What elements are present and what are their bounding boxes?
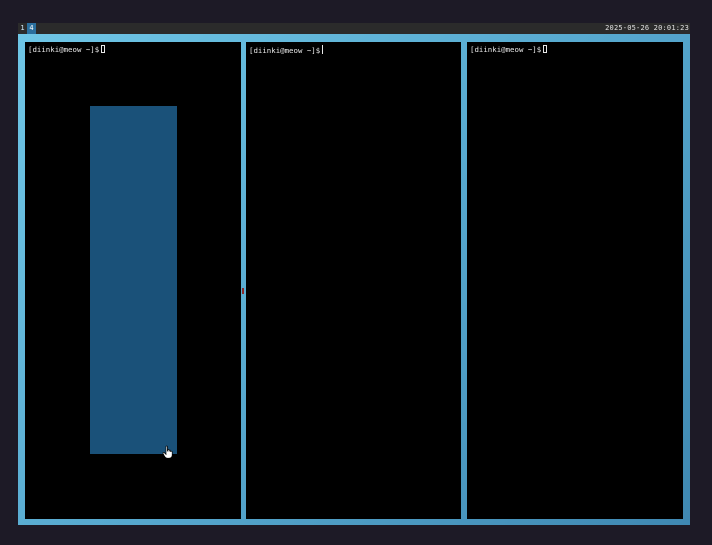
text-cursor: [322, 45, 324, 54]
terminal-prompt-line: [diinki@meow ~]$: [28, 45, 106, 54]
shell-prompt: [diinki@meow ~]$: [470, 45, 542, 54]
terminal-prompt-line: [diinki@meow ~]$: [470, 45, 548, 54]
pane-divider-handle[interactable]: [242, 288, 244, 294]
status-bar: 1 4 2025-05-26 20:01:23: [18, 23, 690, 34]
terminal-pane-3[interactable]: [diinki@meow ~]$: [467, 42, 683, 519]
text-cursor: [543, 45, 548, 53]
desktop: 1 4 2025-05-26 20:01:23 [diinki@meow ~]$…: [0, 0, 712, 545]
workspace-button-1[interactable]: 1: [18, 23, 27, 34]
hand-pointer-icon: [162, 445, 173, 459]
terminal-pane-2[interactable]: [diinki@meow ~]$: [246, 42, 461, 519]
clock: 2025-05-26 20:01:23: [605, 24, 689, 32]
text-cursor: [101, 45, 106, 53]
terminal-prompt-line: [diinki@meow ~]$: [249, 45, 324, 55]
shell-prompt: [diinki@meow ~]$: [249, 46, 321, 55]
selection-region[interactable]: [90, 106, 177, 454]
shell-prompt: [diinki@meow ~]$: [28, 45, 100, 54]
workspace-button-4[interactable]: 4: [27, 23, 36, 34]
terminal-pane-1[interactable]: [diinki@meow ~]$: [25, 42, 241, 519]
tiled-window-frame: [diinki@meow ~]$ [diinki@meow ~]$ [diink…: [18, 34, 690, 525]
